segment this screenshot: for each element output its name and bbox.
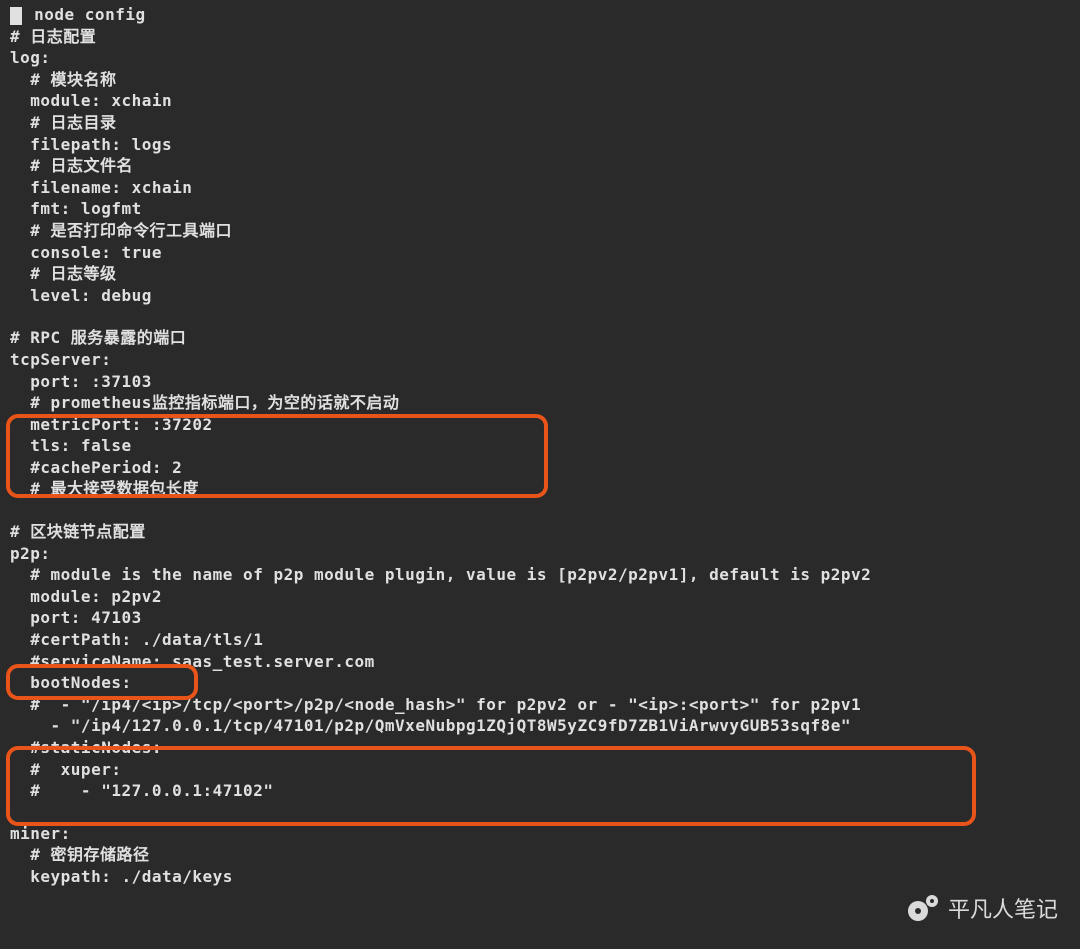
code-line: # - "/ip4/<ip>/tcp/<port>/p2p/<node_hash… xyxy=(10,694,1070,716)
code-line: port: 47103 xyxy=(10,607,1070,629)
code-line: metricPort: :37202 xyxy=(10,414,1070,436)
code-line: #cachePeriod: 2 xyxy=(10,457,1070,479)
code-text: port: 47103 xyxy=(10,608,142,627)
code-line: console: true xyxy=(10,242,1070,264)
code-line: module: p2pv2 xyxy=(10,586,1070,608)
code-line xyxy=(10,306,1070,327)
code-text: # 是否打印命令行工具端口 xyxy=(10,221,232,240)
code-line: # 模块名称 xyxy=(10,69,1070,91)
code-line: filepath: logs xyxy=(10,134,1070,156)
code-line: port: :37103 xyxy=(10,371,1070,393)
code-text: log: xyxy=(10,48,51,67)
code-line xyxy=(10,802,1070,823)
code-line: tls: false xyxy=(10,435,1070,457)
code-line: p2p: xyxy=(10,543,1070,565)
watermark-text: 平凡人笔记 xyxy=(948,895,1058,925)
code-line: miner: xyxy=(10,823,1070,845)
code-text: module: xchain xyxy=(10,91,172,110)
code-text: bootNodes: xyxy=(10,673,132,692)
code-text: # 日志等级 xyxy=(10,264,117,283)
code-text: # 日志文件名 xyxy=(10,156,133,175)
code-line: level: debug xyxy=(10,285,1070,307)
code-line: # 日志文件名 xyxy=(10,155,1070,177)
code-text: #certPath: ./data/tls/1 xyxy=(10,630,263,649)
config-code-block: node config # 日志配置 log: # 模块名称 module: xch… xyxy=(0,0,1080,892)
code-text: # RPC 服务暴露的端口 xyxy=(10,328,186,347)
code-text: console: true xyxy=(10,243,162,262)
code-line: log: xyxy=(10,47,1070,69)
code-text: filepath: logs xyxy=(10,135,172,154)
code-line: bootNodes: xyxy=(10,672,1070,694)
code-text: # 模块名称 xyxy=(10,70,117,89)
code-line: # 最大接受数据包长度 xyxy=(10,478,1070,500)
code-text: # module is the name of p2p module plugi… xyxy=(10,565,871,584)
code-line: - "/ip4/127.0.0.1/tcp/47101/p2p/QmVxeNub… xyxy=(10,715,1070,737)
code-text: filename: xchain xyxy=(10,178,192,197)
code-text: # prometheus监控指标端口，为空的话就不启动 xyxy=(10,393,399,412)
code-line: # prometheus监控指标端口，为空的话就不启动 xyxy=(10,392,1070,414)
watermark: 平凡人笔记 xyxy=(908,895,1058,925)
code-line: tcpServer: xyxy=(10,349,1070,371)
code-text: # 日志配置 xyxy=(10,27,96,46)
code-line: # - "127.0.0.1:47102" xyxy=(10,780,1070,802)
code-text: tls: false xyxy=(10,436,132,455)
code-line: # 是否打印命令行工具端口 xyxy=(10,220,1070,242)
code-text: metricPort: :37202 xyxy=(10,415,213,434)
code-line: module: xchain xyxy=(10,90,1070,112)
code-line xyxy=(10,500,1070,521)
code-line: # 日志目录 xyxy=(10,112,1070,134)
wechat-icon xyxy=(908,895,938,925)
code-line: # 日志配置 xyxy=(10,26,1070,48)
code-text: p2p: xyxy=(10,544,51,563)
code-line: filename: xchain xyxy=(10,177,1070,199)
code-line: #serviceName: saas_test.server.com xyxy=(10,651,1070,673)
code-line: # 密钥存储路径 xyxy=(10,844,1070,866)
code-text: # - "/ip4/<ip>/tcp/<port>/p2p/<node_hash… xyxy=(10,695,861,714)
code-text: keypath: ./data/keys xyxy=(10,867,233,886)
code-text: fmt: logfmt xyxy=(10,199,142,218)
code-line: # RPC 服务暴露的端口 xyxy=(10,327,1070,349)
code-line: keypath: ./data/keys xyxy=(10,866,1070,888)
code-text: # - "127.0.0.1:47102" xyxy=(10,781,273,800)
code-text: - "/ip4/127.0.0.1/tcp/47101/p2p/QmVxeNub… xyxy=(10,716,851,735)
code-text: #staticNodes: xyxy=(10,738,162,757)
code-text: # 密钥存储路径 xyxy=(10,845,150,864)
code-text: #serviceName: saas_test.server.com xyxy=(10,652,375,671)
code-line: # 区块链节点配置 xyxy=(10,521,1070,543)
code-text: #cachePeriod: 2 xyxy=(10,458,182,477)
code-text: module: p2pv2 xyxy=(10,587,162,606)
code-line: #staticNodes: xyxy=(10,737,1070,759)
code-text: # xuper: xyxy=(10,760,121,779)
code-text: miner: xyxy=(10,824,71,843)
cursor-block xyxy=(10,7,22,25)
code-line: fmt: logfmt xyxy=(10,198,1070,220)
code-text: # 日志目录 xyxy=(10,113,117,132)
code-line: # xuper: xyxy=(10,759,1070,781)
code-text: node config xyxy=(24,5,146,24)
code-line: #certPath: ./data/tls/1 xyxy=(10,629,1070,651)
code-text: # 最大接受数据包长度 xyxy=(10,479,199,498)
code-text: port: :37103 xyxy=(10,372,152,391)
code-line: # 日志等级 xyxy=(10,263,1070,285)
code-line: # module is the name of p2p module plugi… xyxy=(10,564,1070,586)
code-line: node config xyxy=(10,4,1070,26)
code-text: tcpServer: xyxy=(10,350,111,369)
code-text: # 区块链节点配置 xyxy=(10,522,146,541)
code-text: level: debug xyxy=(10,286,152,305)
